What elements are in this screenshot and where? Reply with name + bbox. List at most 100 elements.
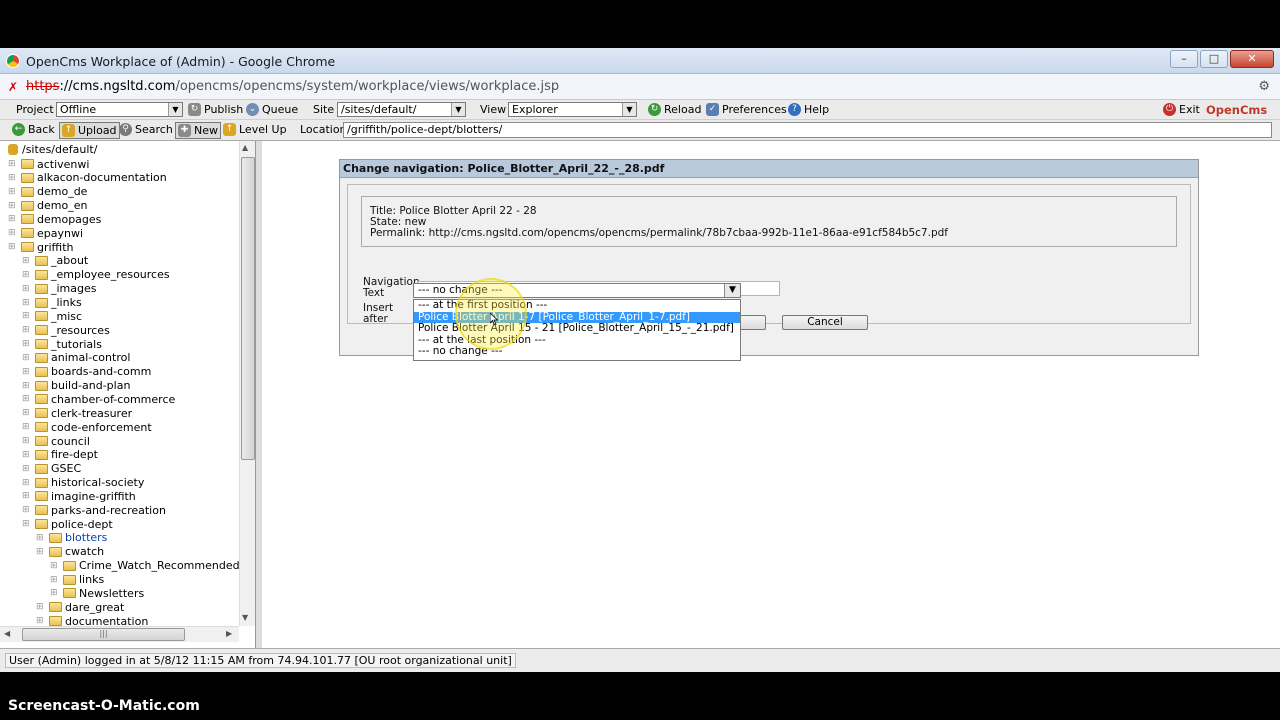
tree-expander-icon[interactable]: ⊞ (22, 422, 32, 432)
dropdown-option[interactable]: --- at the first position --- (414, 300, 740, 312)
tree-item[interactable]: ⊞ _employee_resources (22, 268, 170, 282)
tree-horizontal-scrollbar[interactable]: ◀ ||| ▶ (0, 626, 239, 642)
hscroll-thumb[interactable]: ||| (22, 628, 185, 641)
tree-expander-icon[interactable]: ⊞ (8, 173, 18, 183)
tree-item[interactable]: ⊞ _images (22, 282, 97, 296)
level-up-button[interactable]: ↑ Level Up (223, 123, 287, 136)
tree-expander-icon[interactable]: ⊞ (22, 353, 32, 363)
tree-expander-icon[interactable]: ⊞ (22, 339, 32, 349)
tree-item[interactable]: ⊞ dare_great (36, 600, 124, 614)
tree-item[interactable]: ⊞ blotters (36, 531, 107, 545)
tree-item[interactable]: ⊞ griffith (8, 240, 73, 254)
tree-item[interactable]: ⊞ activenwi (8, 157, 89, 171)
tree-expander-icon[interactable]: ⊞ (36, 533, 46, 543)
tree-expander-icon[interactable]: ⊞ (8, 228, 18, 238)
tree-item[interactable]: ⊞ demo_de (8, 185, 87, 199)
tree-item[interactable]: ⊞ police-dept (22, 517, 113, 531)
tree-expander-icon[interactable]: ⊞ (22, 394, 32, 404)
queue-button[interactable]: ⌄ Queue (246, 103, 298, 116)
preferences-button[interactable]: ✓ Preferences (706, 103, 787, 116)
tree-expander-icon[interactable]: ⊞ (22, 367, 32, 377)
cancel-button[interactable]: Cancel (782, 315, 868, 330)
tree-item[interactable]: ⊞ council (22, 434, 90, 448)
tree-expander-icon[interactable]: ⊞ (22, 408, 32, 418)
tree-item[interactable]: ⊞ fire-dept (22, 448, 98, 462)
tree-expander-icon[interactable]: ⊞ (22, 519, 32, 529)
dropdown-option[interactable]: Police Blotter April 15 - 21 [Police_Blo… (414, 323, 740, 335)
new-button[interactable]: ✚ New (175, 122, 221, 139)
tree-expander-icon[interactable]: ⊞ (22, 298, 32, 308)
scroll-down-icon[interactable]: ▼ (242, 613, 248, 622)
tree-expander-icon[interactable]: ⊞ (22, 256, 32, 266)
tree-item[interactable]: ⊞ GSEC (22, 462, 81, 476)
tree-item[interactable]: ⊞ _links (22, 296, 82, 310)
address-bar[interactable]: ✗ https://cms.ngsltd.com/opencms/opencms… (0, 74, 1280, 100)
location-input[interactable]: /griffith/police-dept/blotters/ (343, 122, 1272, 138)
view-select[interactable]: Explorer ▼ (508, 102, 637, 117)
tree-expander-icon[interactable]: ⊞ (36, 616, 46, 626)
tree-expander-icon[interactable]: ⊞ (8, 187, 18, 197)
help-button[interactable]: ? Help (788, 103, 829, 116)
tree-item[interactable]: ⊞ animal-control (22, 351, 130, 365)
tree-item[interactable]: ⊞ _resources (22, 323, 110, 337)
exit-button[interactable]: ⏻ Exit (1163, 103, 1200, 116)
tree-expander-icon[interactable]: ⊞ (8, 242, 18, 252)
tree-expander-icon[interactable]: ⊞ (36, 547, 46, 557)
tree-expander-icon[interactable]: ⊞ (22, 284, 32, 294)
tree-expander-icon[interactable]: ⊞ (50, 588, 60, 598)
tree-item[interactable]: ⊞ epaynwi (8, 226, 83, 240)
tree-item[interactable]: ⊞ Newsletters (50, 586, 144, 600)
tree-expander-icon[interactable]: ⊞ (8, 201, 18, 211)
tree-item[interactable]: ⊞ build-and-plan (22, 379, 130, 393)
tree-item[interactable]: ⊞ demopages (8, 212, 101, 226)
tree-expander-icon[interactable]: ⊞ (22, 464, 32, 474)
tree-item[interactable]: ⊞ parks-and-recreation (22, 503, 166, 517)
scroll-right-icon[interactable]: ▶ (226, 629, 232, 638)
tree-item[interactable]: ⊞ boards-and-comm (22, 365, 151, 379)
reload-button[interactable]: ↻ Reload (648, 103, 701, 116)
tree-expander-icon[interactable]: ⊞ (22, 436, 32, 446)
scroll-thumb[interactable] (241, 157, 255, 460)
tree-expander-icon[interactable]: ⊞ (22, 270, 32, 280)
chevron-down-icon[interactable]: ▼ (724, 284, 740, 297)
insert-after-select[interactable]: --- no change --- ▼ (413, 283, 741, 298)
tree-expander-icon[interactable]: ⊞ (8, 214, 18, 224)
tree-item[interactable]: ⊞ code-enforcement (22, 420, 152, 434)
upload-button[interactable]: ↑ Upload (59, 122, 120, 139)
maximize-button[interactable]: □ (1200, 50, 1228, 68)
tree-item[interactable]: ⊞ cwatch (36, 545, 104, 559)
tree-expander-icon[interactable]: ⊞ (22, 450, 32, 460)
tree-item[interactable]: ⊞ Crime_Watch_Recommended_D (50, 559, 254, 573)
tree-root[interactable]: /sites/default/ (8, 143, 97, 156)
tree-expander-icon[interactable]: ⊞ (36, 602, 46, 612)
tree-item[interactable]: ⊞ _tutorials (22, 337, 102, 351)
close-button[interactable]: ✕ (1230, 50, 1274, 68)
tree-expander-icon[interactable]: ⊞ (22, 381, 32, 391)
insert-after-dropdown[interactable]: --- at the first position --- Police Blot… (413, 299, 741, 361)
tree-expander-icon[interactable]: ⊞ (22, 325, 32, 335)
tree-vertical-scrollbar[interactable]: ▲ ▼ (239, 141, 255, 626)
tree-expander-icon[interactable]: ⊞ (22, 478, 32, 488)
site-select[interactable]: /sites/default/ ▼ (337, 102, 466, 117)
tree-item[interactable]: ⊞ _misc (22, 309, 82, 323)
tree-expander-icon[interactable]: ⊞ (50, 575, 60, 585)
tree-expander-icon[interactable]: ⊞ (22, 491, 32, 501)
dropdown-option[interactable]: --- no change --- (414, 346, 740, 358)
project-select[interactable]: Offline ▼ (56, 102, 183, 117)
wrench-icon[interactable]: ⚙ (1258, 79, 1270, 94)
tree-item[interactable]: ⊞ chamber-of-commerce (22, 392, 175, 406)
scroll-up-icon[interactable]: ▲ (242, 143, 248, 152)
tree-item[interactable]: ⊞ demo_en (8, 199, 87, 213)
tree-expander-icon[interactable]: ⊞ (22, 311, 32, 321)
tree-item[interactable]: ⊞ links (50, 573, 104, 587)
search-button[interactable]: ⚲ Search (119, 123, 173, 136)
tree-item[interactable]: ⊞ historical-society (22, 476, 144, 490)
tree-item[interactable]: ⊞ _about (22, 254, 88, 268)
tree-expander-icon[interactable]: ⊞ (8, 159, 18, 169)
tree-item[interactable]: ⊞ clerk-treasurer (22, 406, 132, 420)
tree-expander-icon[interactable]: ⊞ (50, 561, 60, 571)
tree-item[interactable]: ⊞ alkacon-documentation (8, 171, 167, 185)
publish-button[interactable]: ↻ Publish (188, 103, 243, 116)
back-button[interactable]: ← Back (12, 123, 55, 136)
scroll-left-icon[interactable]: ◀ (4, 629, 10, 638)
